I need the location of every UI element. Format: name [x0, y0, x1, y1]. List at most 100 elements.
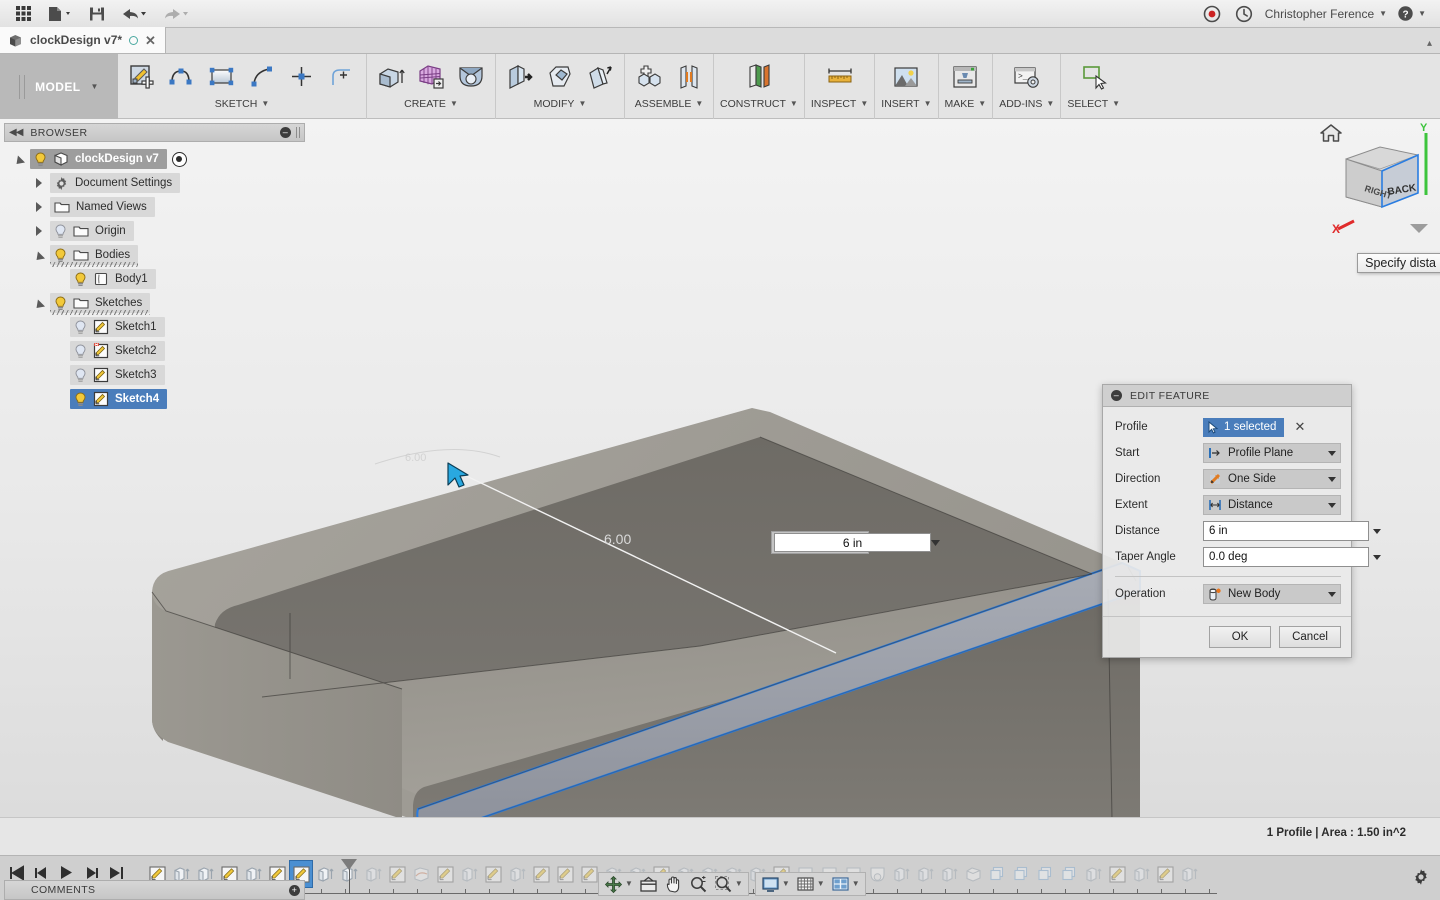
timeline-feature-extrude[interactable] [313, 860, 337, 888]
tree-item-label-box[interactable]: Sketch1 [70, 317, 165, 337]
chevron-down-icon[interactable] [931, 533, 940, 552]
extrude-icon[interactable] [373, 59, 409, 95]
tree-item-document-settings[interactable]: Document Settings [4, 171, 305, 195]
gear-icon[interactable] [1412, 868, 1430, 891]
clear-selection-icon[interactable]: ✕ [1294, 419, 1305, 435]
tree-item-label-box[interactable]: Sketches [50, 293, 150, 313]
help-menu[interactable]: ? ▼ [1393, 5, 1430, 22]
new-document-icon[interactable] [40, 2, 80, 26]
timeline-feature-sketch[interactable] [385, 860, 409, 888]
expander-icon[interactable] [28, 252, 50, 259]
revolve-icon[interactable] [453, 59, 489, 95]
taper-angle-input[interactable] [1203, 547, 1369, 567]
chevron-down-icon[interactable] [1369, 525, 1385, 537]
job-status-icon[interactable] [1229, 2, 1259, 26]
offset-plane-icon[interactable] [741, 59, 777, 95]
chevron-right-icon[interactable] [36, 178, 42, 188]
zoom-window-icon[interactable]: ▼ [711, 873, 746, 895]
tree-item-origin[interactable]: Origin [4, 219, 305, 243]
timeline-feature-sketch[interactable] [529, 860, 553, 888]
spline-icon[interactable] [244, 59, 280, 95]
ribbon-group-label-create[interactable]: CREATE▼ [404, 98, 458, 110]
timeline-feature-revolve[interactable] [865, 860, 889, 888]
insert-image-icon[interactable] [888, 59, 924, 95]
undo-icon[interactable] [114, 2, 154, 26]
scripts-addins-icon[interactable]: >_ [1009, 59, 1045, 95]
tree-item-bodies[interactable]: Bodies [4, 243, 305, 267]
ok-button[interactable]: OK [1209, 626, 1271, 648]
timeline-feature-extrude[interactable] [457, 860, 481, 888]
tree-item-body1[interactable]: Body1 [4, 267, 305, 291]
tree-item-label-box[interactable]: clockDesign v7 [30, 149, 167, 169]
tree-item-label-box[interactable]: Bodies [50, 245, 138, 265]
ribbon-group-label-modify[interactable]: MODIFY▼ [534, 98, 587, 110]
chevron-down-icon[interactable] [13, 155, 25, 167]
minimize-icon[interactable]: – [280, 127, 291, 138]
tree-item-label-box[interactable]: Origin [50, 221, 134, 241]
user-menu[interactable]: Christopher Ference ▼ [1261, 7, 1391, 21]
viewports-icon[interactable]: ▼ [828, 873, 863, 895]
timeline-feature-extrude[interactable] [889, 860, 913, 888]
zoom-icon[interactable] [686, 873, 711, 895]
visibility-bulb-icon[interactable] [74, 392, 87, 407]
create-sketch-icon[interactable] [124, 59, 160, 95]
tree-item-label-box[interactable]: Named Views [50, 197, 155, 217]
ribbon-group-label-sketch[interactable]: SKETCH▼ [215, 98, 270, 110]
tree-item-label-box[interactable]: Body1 [70, 269, 156, 289]
cancel-button[interactable]: Cancel [1279, 626, 1341, 648]
timeline-feature-extrude[interactable] [1081, 860, 1105, 888]
new-component-icon[interactable] [631, 59, 667, 95]
save-icon[interactable] [82, 2, 112, 26]
tree-item-sketches[interactable]: Sketches [4, 291, 305, 315]
edit-feature-dialog[interactable]: – EDIT FEATURE Profile 1 selected ✕ [1102, 384, 1352, 658]
line-icon[interactable] [164, 59, 200, 95]
tree-item-label-box[interactable]: Sketch3 [70, 365, 165, 385]
tree-item-label-box[interactable]: Document Settings [50, 173, 180, 193]
dimension-input[interactable] [774, 533, 931, 552]
fillet-icon[interactable] [324, 59, 360, 95]
close-icon[interactable]: ✕ [145, 34, 156, 47]
timeline-feature-extrude[interactable] [505, 860, 529, 888]
timeline-feature-pattern[interactable] [985, 860, 1009, 888]
visibility-bulb-icon[interactable] [54, 224, 67, 239]
ribbon-group-label-insert[interactable]: INSERT▼ [881, 98, 931, 110]
add-comment-icon[interactable]: + [289, 885, 300, 896]
visibility-bulb-icon[interactable] [74, 344, 87, 359]
joint-icon[interactable] [671, 59, 707, 95]
expander-icon[interactable] [28, 178, 50, 188]
pan-fit-icon[interactable] [636, 873, 661, 895]
collapse-ribbon-button[interactable]: ▴ [1427, 38, 1432, 49]
timeline-feature-loft[interactable] [409, 860, 433, 888]
operation-dropdown[interactable]: New Body [1203, 584, 1341, 604]
expander-icon[interactable] [28, 300, 50, 307]
expander-icon[interactable] [28, 202, 50, 212]
timeline-feature-pattern[interactable] [1033, 860, 1057, 888]
3d-print-icon[interactable] [947, 59, 983, 95]
rectangle-icon[interactable] [204, 59, 240, 95]
chevron-down-icon[interactable] [1369, 551, 1385, 563]
start-dropdown[interactable]: Profile Plane [1203, 443, 1341, 463]
ribbon-group-label-inspect[interactable]: INSPECT▼ [811, 98, 868, 110]
ribbon-group-label-select[interactable]: SELECT▼ [1067, 98, 1120, 110]
ribbon-group-label-make[interactable]: MAKE▼ [945, 98, 987, 110]
timeline-feature-sketch[interactable] [1153, 860, 1177, 888]
timeline-feature-extrude[interactable] [913, 860, 937, 888]
timeline-feature-extrude[interactable] [937, 860, 961, 888]
document-tab[interactable]: clockDesign v7* ✕ [0, 27, 166, 53]
visibility-bulb-icon[interactable] [54, 296, 67, 311]
pattern-icon[interactable] [413, 59, 449, 95]
resize-grip-icon[interactable] [296, 127, 300, 138]
grid-menu-icon[interactable] [8, 2, 38, 26]
workspace-selector[interactable]: MODEL ▼ [0, 54, 118, 119]
visibility-bulb-icon[interactable] [74, 368, 87, 383]
tree-item-clockdesign-v7[interactable]: clockDesign v7 [4, 147, 305, 171]
tree-item-sketch1[interactable]: Sketch1 [4, 315, 305, 339]
tree-item-named-views[interactable]: Named Views [4, 195, 305, 219]
fillet-modify-icon[interactable] [542, 59, 578, 95]
visibility-bulb-icon[interactable] [34, 152, 47, 167]
tree-item-sketch4[interactable]: Sketch4 [4, 387, 305, 411]
minimize-icon[interactable]: – [1111, 390, 1122, 401]
comments-panel[interactable]: COMMENTS + [4, 880, 305, 900]
timeline-feature-sketch[interactable] [1105, 860, 1129, 888]
unsaved-indicator-icon[interactable] [129, 36, 138, 45]
